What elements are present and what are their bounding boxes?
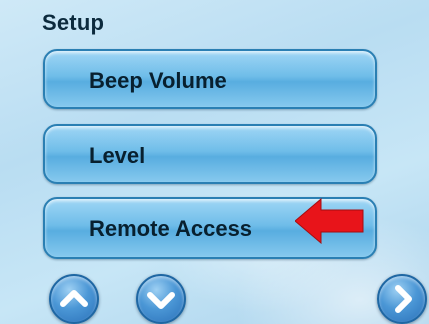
level-label: Level xyxy=(89,143,146,168)
chevron-down-icon xyxy=(147,292,175,309)
next-page-button[interactable] xyxy=(377,274,427,324)
level-button[interactable]: Level xyxy=(43,124,377,184)
remote-access-label: Remote Access xyxy=(89,216,253,241)
red-arrow-icon xyxy=(295,198,364,244)
beep-volume-label: Beep Volume xyxy=(89,68,227,93)
chevron-up-icon xyxy=(60,290,88,307)
scroll-down-button[interactable] xyxy=(136,274,186,324)
page-title: Setup xyxy=(42,10,105,35)
chevron-right-icon xyxy=(395,285,412,313)
beep-volume-button[interactable]: Beep Volume xyxy=(43,49,377,109)
scroll-up-button[interactable] xyxy=(49,274,99,324)
